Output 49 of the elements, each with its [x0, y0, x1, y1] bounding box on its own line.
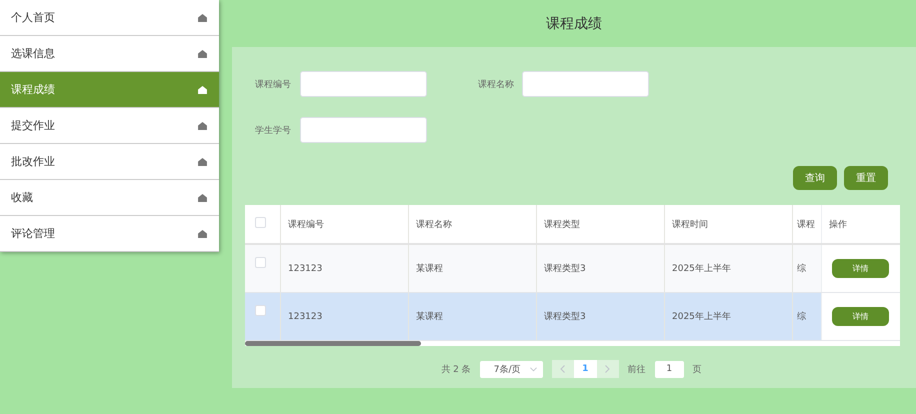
- action-button[interactable]: 查询: [793, 166, 837, 190]
- goto-label: 前往: [628, 364, 646, 376]
- sidebar-item[interactable]: 提交作业: [0, 108, 219, 144]
- field-label: 学生学号: [255, 124, 292, 136]
- page-input[interactable]: 1: [654, 360, 684, 378]
- sidebar-item[interactable]: 收藏: [0, 180, 219, 216]
- chevron-left-icon: [560, 365, 566, 373]
- checkbox[interactable]: [255, 257, 266, 268]
- house-icon: [198, 14, 207, 22]
- total-count: 共 2 条: [441, 364, 471, 376]
- table-row[interactable]: 123123 某课程 课程类型3 2025年上半年 综 详情: [245, 293, 900, 341]
- table-cell: 某课程: [409, 245, 537, 292]
- caret-icon: [530, 366, 537, 372]
- field-label: 课程名称: [478, 78, 515, 90]
- previous-page-button[interactable]: [552, 360, 574, 378]
- table-cell: 课程类型3: [537, 245, 665, 292]
- house-icon: [198, 122, 207, 130]
- table-cell: 2025年上半年: [665, 245, 793, 292]
- scrollbar[interactable]: [245, 341, 421, 346]
- sidebar-item[interactable]: 批改作业: [0, 144, 219, 180]
- page-size-select[interactable]: 7条/页: [480, 360, 543, 378]
- house-icon: [198, 50, 207, 58]
- page-suffix: 页: [692, 364, 702, 376]
- input-field[interactable]: [522, 71, 649, 97]
- action-button[interactable]: 重置: [844, 166, 888, 190]
- sidebar-item[interactable]: 评论管理: [0, 216, 219, 252]
- checkbox[interactable]: [255, 305, 266, 316]
- next-page-button[interactable]: [596, 360, 619, 378]
- input-field[interactable]: [300, 117, 427, 143]
- page-title: 课程成绩: [545, 14, 603, 34]
- column-header: 课程类型: [537, 205, 665, 243]
- house-icon: [198, 86, 207, 94]
- column-header: 课程时间: [665, 205, 793, 243]
- sidebar-item[interactable]: 个人首页: [0, 0, 219, 36]
- details-button[interactable]: 详情: [832, 259, 889, 278]
- house-icon: [198, 194, 207, 202]
- house-icon: [198, 158, 207, 166]
- column-header: 课程: [796, 218, 816, 232]
- details-button[interactable]: 详情: [832, 307, 889, 326]
- column-header: 课程编号: [281, 205, 409, 243]
- table-row[interactable]: 123123 某课程 课程类型3 2025年上半年 综 详情: [245, 245, 900, 293]
- house-icon: [198, 230, 207, 238]
- chevron-right-icon: [605, 365, 610, 373]
- input-field[interactable]: [300, 71, 427, 97]
- field-label: 课程编号: [255, 78, 292, 90]
- table-cell-text: 综: [796, 262, 807, 276]
- table-cell: 123123: [281, 245, 409, 292]
- checkbox[interactable]: [255, 217, 266, 228]
- column-header: 课程名称: [409, 205, 537, 243]
